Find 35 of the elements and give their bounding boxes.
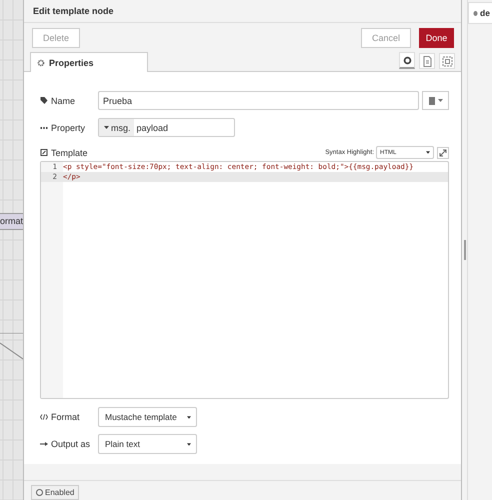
name-label: Name xyxy=(51,96,76,106)
enabled-toggle[interactable]: Enabled xyxy=(31,485,80,500)
format-select[interactable]: Mustache template xyxy=(98,407,197,427)
gear-icon xyxy=(37,58,45,66)
caret-icon xyxy=(426,151,430,154)
caret-icon xyxy=(104,126,109,129)
flow-node[interactable]: ormat xyxy=(0,213,23,230)
expand-icon[interactable] xyxy=(437,146,449,158)
done-button[interactable]: Done xyxy=(419,28,454,48)
caret-icon xyxy=(187,442,191,446)
settings-icon[interactable] xyxy=(399,52,415,69)
resize-handle[interactable] xyxy=(464,240,466,260)
book-icon xyxy=(428,96,434,104)
caret-icon xyxy=(187,416,191,418)
tag-icon xyxy=(40,97,48,104)
name-field[interactable]: Prueba xyxy=(98,91,419,110)
caret-icon xyxy=(438,99,442,102)
property-value: payload xyxy=(136,122,168,132)
format-label: Format xyxy=(51,412,81,422)
bug-icon xyxy=(473,10,478,16)
edit-icon xyxy=(40,149,48,156)
property-field[interactable]: msg. payload xyxy=(98,118,235,137)
layout-icon[interactable] xyxy=(439,53,455,69)
dialog-title: Edit template node xyxy=(24,0,461,23)
property-label: Property xyxy=(51,122,86,132)
msg-type-selector[interactable]: msg. xyxy=(99,119,134,136)
code-icon xyxy=(40,414,48,420)
library-dropdown-button[interactable] xyxy=(422,91,449,110)
output-select[interactable]: Plain text xyxy=(98,434,197,454)
properties-tab[interactable]: Properties xyxy=(30,52,148,72)
sidebar-tab[interactable]: de xyxy=(468,2,492,24)
circle-icon xyxy=(36,489,43,496)
output-label: Output as xyxy=(51,439,92,449)
arrow-icon xyxy=(40,442,48,446)
template-label: Template xyxy=(51,148,89,158)
